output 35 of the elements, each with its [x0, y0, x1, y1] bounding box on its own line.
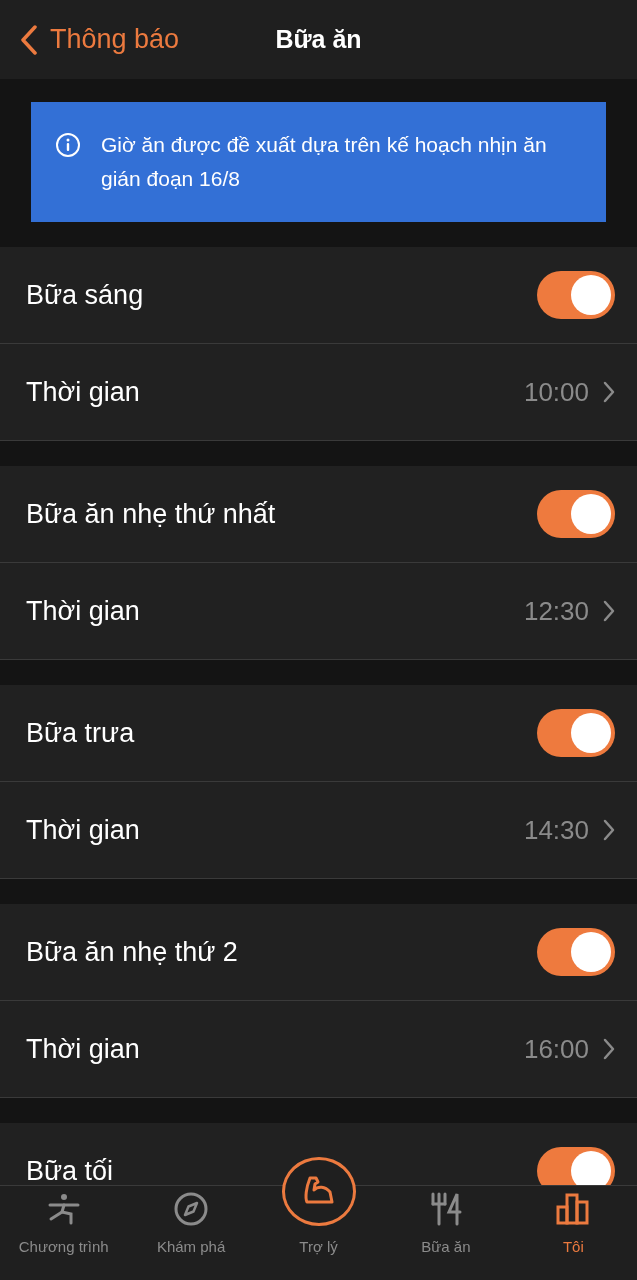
- toggle-switch[interactable]: [537, 1147, 615, 1186]
- meal-name: Bữa ăn nhẹ thứ 2: [26, 935, 239, 969]
- tab-item[interactable]: Khám phá: [127, 1186, 255, 1280]
- chart-icon: [556, 1191, 591, 1226]
- screen-title: Bữa ăn: [275, 23, 362, 55]
- meal-name: Bữa ăn nhẹ thứ nhất: [26, 497, 277, 531]
- time-value[interactable]: 12:30: [523, 591, 589, 631]
- meal-name: Bữa sáng: [26, 278, 145, 312]
- time-value[interactable]: 16:00: [523, 1029, 589, 1069]
- meal-name: Bữa trưa: [26, 716, 136, 750]
- time-label: Thời gian: [26, 375, 141, 409]
- chevron-icon: [603, 381, 615, 403]
- tab-item[interactable]: Bữa ăn: [382, 1186, 510, 1280]
- time-value[interactable]: 14:30: [523, 810, 589, 850]
- tab-item[interactable]: Chương trình: [0, 1186, 128, 1280]
- toggle-switch[interactable]: [537, 709, 615, 757]
- figure-icon: [46, 1191, 81, 1226]
- meal-name: Bữa tối: [26, 1154, 115, 1186]
- tab-item[interactable]: Tôi: [509, 1186, 637, 1280]
- compass-icon: [174, 1191, 209, 1226]
- time-label: Thời gian: [26, 594, 141, 628]
- time-label: Thời gian: [26, 1032, 141, 1066]
- chevron-icon: [603, 819, 615, 841]
- back-link[interactable]: Thông báo: [0, 0, 180, 79]
- back-icon: [20, 24, 38, 55]
- toggle-switch[interactable]: [537, 271, 615, 319]
- toggle-switch[interactable]: [537, 928, 615, 976]
- info-icon: [55, 132, 81, 158]
- chevron-icon: [603, 600, 615, 622]
- time-label: Thời gian: [26, 813, 141, 847]
- toggle-switch[interactable]: [537, 490, 615, 538]
- tab-item[interactable]: Trợ lý: [254, 1156, 383, 1280]
- chevron-icon: [603, 1038, 615, 1060]
- info-text: Giờ ăn được đề xuất dựa trên kế hoạch nhịn ăn gián đoạn 16/8: [101, 132, 548, 192]
- time-value[interactable]: 10:00: [523, 372, 589, 412]
